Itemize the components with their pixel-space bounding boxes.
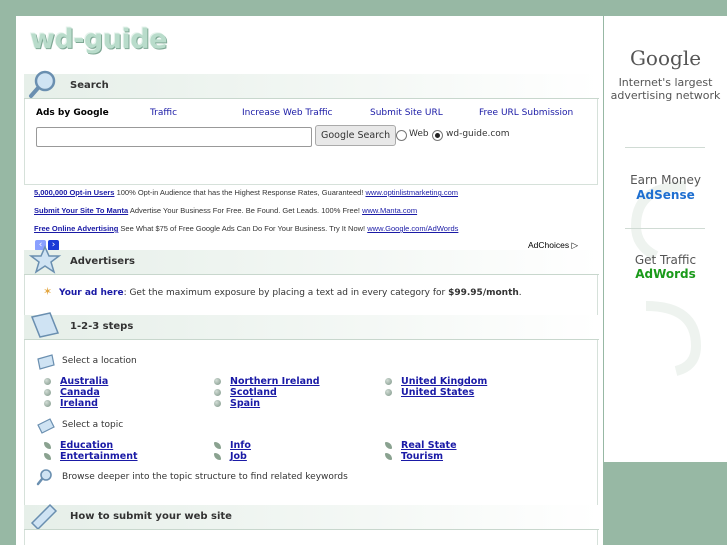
- star-bullet-icon: ✶: [43, 285, 53, 298]
- ad-title[interactable]: Free Online Advertising: [34, 224, 118, 233]
- advertisers-price: $99.95/month: [448, 288, 519, 298]
- radio-web-label: Web: [409, 129, 429, 139]
- location-link[interactable]: Australia: [60, 376, 108, 387]
- location-icon: [37, 354, 55, 370]
- topic-link[interactable]: Job: [230, 451, 247, 462]
- search-input[interactable]: [36, 127, 312, 147]
- bullet-icon: [385, 389, 392, 396]
- steps-icon: [30, 312, 60, 338]
- ad-url[interactable]: www.optinlistmarketing.com: [365, 188, 458, 197]
- steps-section-header: 1-2-3 steps: [24, 312, 599, 340]
- traffic-link[interactable]: Traffic: [150, 108, 177, 118]
- adwords-link[interactable]: AdWords: [604, 267, 727, 281]
- advertisers-description: : Get the maximum exposure by placing a …: [123, 288, 449, 298]
- topic-icon: [37, 418, 55, 434]
- advertisers-title: Advertisers: [70, 256, 135, 267]
- bullet-icon: [214, 378, 221, 385]
- howto-panel: [24, 530, 598, 545]
- radio-web[interactable]: [396, 130, 407, 141]
- earn-money-label[interactable]: Earn Money: [604, 173, 727, 187]
- your-ad-here-link[interactable]: Your ad here: [59, 288, 124, 298]
- location-link[interactable]: Northern Ireland: [230, 376, 320, 387]
- ad-choices-label: AdChoices: [528, 240, 570, 250]
- ad-text: Advertise Your Business For Free. Be Fou…: [129, 206, 360, 215]
- star-icon: [28, 245, 62, 274]
- browse-magnifier-icon: [36, 469, 52, 486]
- free-url-submission-link[interactable]: Free URL Submission: [479, 108, 573, 118]
- bullet-icon: [44, 400, 51, 407]
- adsense-link[interactable]: AdSense: [604, 188, 727, 202]
- bullet-icon: [385, 378, 392, 385]
- submit-site-url-link[interactable]: Submit Site URL: [370, 108, 443, 118]
- search-section-header: Search: [24, 70, 599, 99]
- search-title: Search: [70, 80, 109, 91]
- bullet-icon: [214, 400, 221, 407]
- main-panel: wd-guide Search Ads by Google Traffic In…: [16, 16, 603, 545]
- location-link[interactable]: Spain: [230, 398, 260, 409]
- sidebar-divider: [625, 228, 705, 229]
- google-search-button[interactable]: Google Search: [315, 125, 397, 146]
- steps-title: 1-2-3 steps: [70, 321, 134, 332]
- radio-site-label: wd-guide.com: [446, 129, 510, 139]
- topic-link[interactable]: Info: [230, 440, 251, 451]
- topic-link[interactable]: Tourism: [401, 451, 443, 462]
- location-link[interactable]: United States: [401, 387, 474, 398]
- get-traffic-label[interactable]: Get Traffic: [604, 253, 727, 267]
- location-link[interactable]: Ireland: [60, 398, 98, 409]
- ad-line: Free Online Advertising See What $75 of …: [34, 224, 458, 233]
- increase-web-traffic-link[interactable]: Increase Web Traffic: [242, 108, 332, 118]
- ad-url[interactable]: www.Manta.com: [362, 206, 417, 215]
- ad-choices-icon: ▷: [571, 240, 579, 250]
- location-link[interactable]: Scotland: [230, 387, 277, 398]
- ad-url[interactable]: www.Google.com/AdWords: [367, 224, 458, 233]
- google-brand[interactable]: Google: [604, 46, 727, 70]
- howto-section-header: How to submit your web site: [24, 503, 599, 530]
- advertisers-section-header: Advertisers: [24, 245, 599, 275]
- bullet-icon: [44, 389, 51, 396]
- location-link[interactable]: United Kingdom: [401, 376, 487, 387]
- radio-site[interactable]: [432, 130, 443, 141]
- google-tagline: Internet's largest advertising network: [610, 76, 721, 102]
- howto-title: How to submit your web site: [70, 511, 232, 522]
- ad-line: 5,000,000 Opt-in Users 100% Opt-in Audie…: [34, 188, 458, 197]
- browse-text: Browse deeper into the topic structure t…: [62, 472, 348, 482]
- ad-title[interactable]: Submit Your Site To Manta: [34, 206, 128, 215]
- ad-title[interactable]: 5,000,000 Opt-in Users: [34, 188, 114, 197]
- bullet-icon: [214, 389, 221, 396]
- topic-link[interactable]: Education: [60, 440, 113, 451]
- site-logo[interactable]: wd-guide: [30, 24, 167, 55]
- location-link[interactable]: Canada: [60, 387, 100, 398]
- google-sidebar: Google Internet's largest advertising ne…: [604, 16, 727, 462]
- location-label: Select a location: [62, 356, 137, 366]
- ad-text: 100% Opt-in Audience that has the Highes…: [116, 188, 364, 197]
- bullet-icon: [44, 378, 51, 385]
- topic-label: Select a topic: [62, 420, 124, 430]
- pencil-icon: [30, 503, 58, 529]
- sidebar-divider: [625, 147, 705, 148]
- ads-by-google-link[interactable]: Ads by Google: [36, 108, 109, 118]
- magnifier-icon: [29, 70, 56, 98]
- ad-line: Submit Your Site To Manta Advertise Your…: [34, 206, 417, 215]
- advertisers-end: .: [518, 288, 522, 298]
- topic-link[interactable]: Real State: [401, 440, 457, 451]
- advertisers-text: Your ad here: Get the maximum exposure b…: [59, 288, 522, 298]
- ad-text: See What $75 of Free Google Ads Can Do F…: [120, 224, 366, 233]
- topic-link[interactable]: Entertainment: [60, 451, 138, 462]
